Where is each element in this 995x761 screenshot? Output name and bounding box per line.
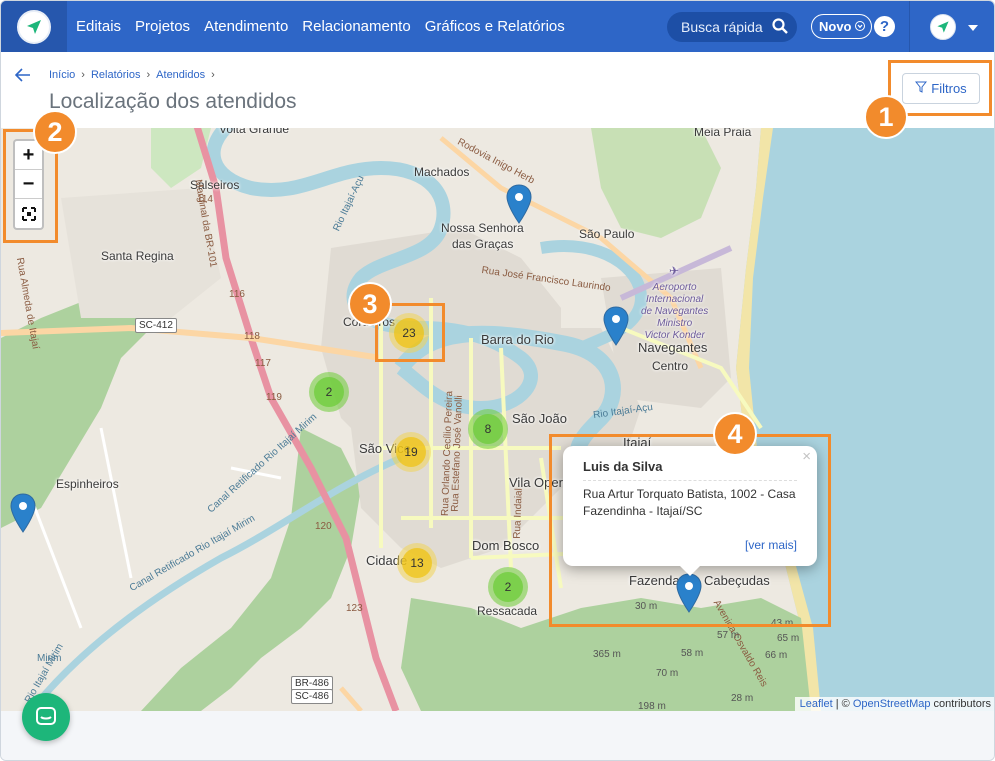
annotation-badge-3: 3 (348, 282, 392, 326)
app-frame: Editais Projetos Atendimento Relacioname… (0, 0, 995, 761)
breadcrumb-inicio[interactable]: Início (49, 69, 75, 81)
marker-cluster[interactable]: 19 (391, 432, 431, 472)
map-place-label: Santa Regina (101, 249, 174, 263)
back-arrow-icon[interactable] (14, 66, 31, 87)
map-place-label: Navegantes (638, 340, 708, 355)
map-view[interactable]: Volta Grande Machados Meia Praia Salseir… (1, 128, 994, 711)
annotation-badge-4: 4 (713, 412, 757, 456)
map-marker-pin-icon[interactable] (603, 306, 629, 346)
logo-arrow-icon (17, 9, 51, 44)
map-place-label: Volta Grande (219, 128, 290, 136)
elevation-label: 58 m (681, 648, 704, 659)
search-icon (771, 17, 789, 38)
chevron-down-icon (854, 19, 865, 34)
nav-editais[interactable]: Editais (76, 18, 121, 35)
cluster-count: 13 (402, 548, 432, 578)
breadcrumb-relatorios[interactable]: Relatórios (91, 69, 141, 81)
marker-cluster[interactable]: 2 (488, 567, 528, 607)
breadcrumb: Início › Relatórios › Atendidos › (49, 69, 215, 81)
marker-cluster[interactable]: 8 (468, 409, 508, 449)
nav-relacionamento[interactable]: Relacionamento (302, 18, 410, 35)
marker-cluster[interactable]: 2 (309, 372, 349, 412)
road-shield: SC-486 (291, 689, 333, 704)
road-shield: SC-412 (135, 318, 177, 333)
airplane-icon: ✈ (669, 264, 680, 278)
cluster-count: 19 (396, 437, 426, 467)
app-logo[interactable] (1, 1, 67, 52)
user-avatar[interactable] (930, 14, 956, 40)
map-attribution: Leaflet | © OpenStreetMap contributors (794, 697, 994, 711)
user-menu-caret-icon[interactable] (968, 25, 978, 31)
page-header: Início › Relatórios › Atendidos › Locali… (1, 52, 994, 128)
km-marker: 118 (244, 331, 260, 342)
novo-label: Novo (819, 19, 852, 34)
top-navbar: Editais Projetos Atendimento Relacioname… (1, 1, 994, 52)
breadcrumb-separator-icon: › (211, 69, 215, 81)
km-marker: 114 (197, 194, 213, 205)
map-place-label: São Paulo (579, 227, 635, 241)
map-place-label: Espinheiros (56, 477, 119, 491)
help-icon[interactable]: ? (874, 16, 895, 37)
quick-search[interactable]: Busca rápida (667, 12, 797, 42)
km-marker: 123 (346, 603, 363, 614)
map-place-label: das Graças (452, 237, 514, 251)
road-label: Rua Indaial (511, 488, 525, 539)
km-marker: 119 (266, 392, 282, 403)
quick-search-label: Busca rápida (681, 19, 763, 35)
map-marker-pin-icon[interactable] (506, 184, 532, 224)
breadcrumb-separator-icon: › (81, 69, 85, 81)
cluster-count: 2 (314, 377, 344, 407)
km-marker: Mirim (37, 653, 62, 664)
map-place-label: Barra do Rio (481, 332, 554, 347)
annotation-box-4 (549, 434, 831, 627)
annotation-badge-2: 2 (33, 110, 77, 154)
nav-projetos[interactable]: Projetos (135, 18, 190, 35)
elevation-label: 70 m (656, 668, 679, 679)
chat-bubble-icon (36, 707, 56, 725)
nav-atendimento[interactable]: Atendimento (204, 18, 288, 35)
airport-label-line: Victor Konder (644, 330, 705, 341)
cluster-count: 8 (473, 414, 503, 444)
page-title: Localização dos atendidos (49, 90, 297, 113)
leaflet-link[interactable]: Leaflet (800, 698, 833, 710)
attribution-separator: | © (832, 698, 853, 710)
map-place-label: Meia Praia (694, 128, 752, 139)
breadcrumb-atendidos[interactable]: Atendidos (156, 69, 205, 81)
km-marker: 120 (315, 521, 332, 532)
cluster-count: 2 (493, 572, 523, 602)
map-place-label: Centro (652, 359, 689, 373)
nav-divider (909, 1, 910, 52)
attribution-tail: contributors (930, 698, 991, 710)
elevation-label: 66 m (765, 650, 788, 661)
map-place-label: Dom Bosco (472, 538, 540, 553)
airport-label-line: Internacional (646, 294, 704, 305)
chat-launcher-button[interactable] (22, 693, 70, 741)
novo-button[interactable]: Novo (811, 14, 872, 39)
main-nav: Editais Projetos Atendimento Relacioname… (76, 1, 579, 52)
annotation-badge-1: 1 (864, 95, 908, 139)
elevation-label: 57 m (717, 630, 740, 641)
elevation-label: 65 m (777, 633, 800, 644)
map-place-label: São João (512, 411, 567, 426)
airport-label-line: Aeroporto (652, 282, 697, 293)
breadcrumb-separator-icon: › (146, 69, 151, 81)
km-marker: 116 (229, 289, 245, 300)
airport-label-line: Ministro (657, 318, 693, 329)
nav-graficos-relatorios[interactable]: Gráficos e Relatórios (425, 18, 565, 35)
airport-label: Aeroporto Internacional de Navegantes Mi… (641, 282, 708, 342)
osm-link[interactable]: OpenStreetMap (853, 698, 931, 710)
marker-cluster[interactable]: 13 (397, 543, 437, 583)
elevation-label: 365 m (593, 649, 621, 660)
km-marker: 117 (255, 358, 271, 369)
elevation-label: 28 m (731, 693, 754, 704)
map-marker-pin-icon[interactable] (10, 493, 36, 533)
page-footer-area (1, 711, 994, 760)
map-place-label: Machados (414, 165, 470, 179)
airport-label-line: de Navegantes (641, 306, 709, 317)
elevation-label: 198 m (638, 701, 666, 711)
